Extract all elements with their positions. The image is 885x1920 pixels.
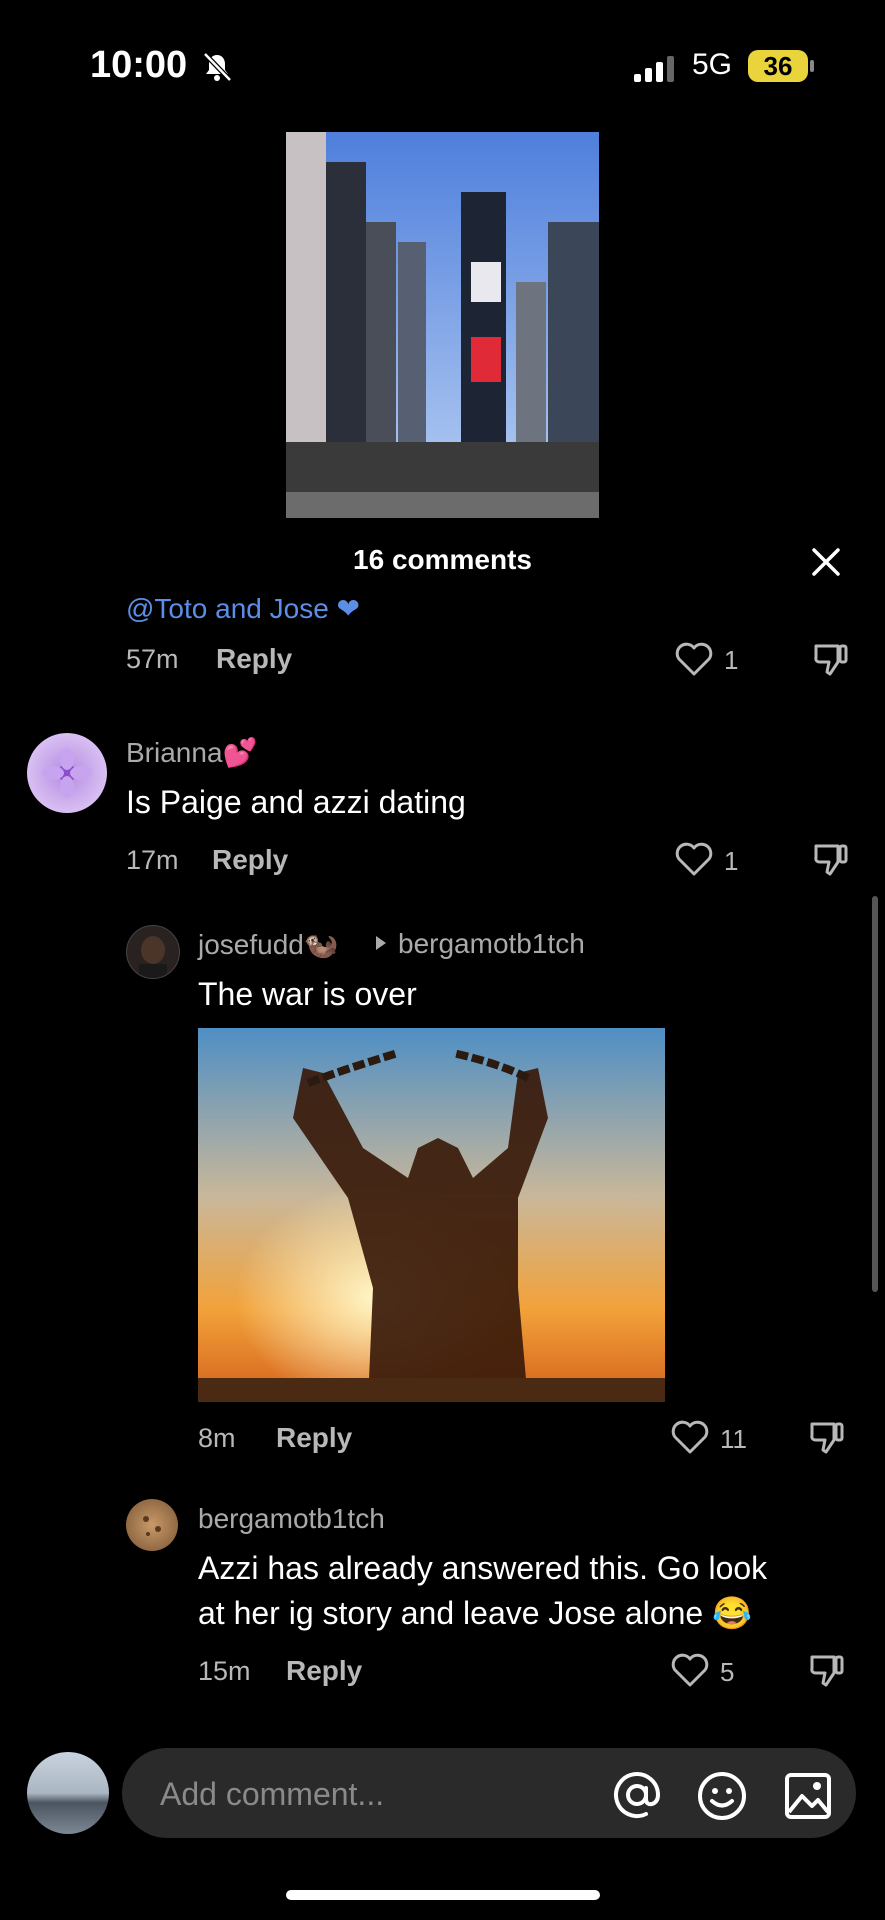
heart-icon[interactable]	[670, 1651, 710, 1689]
image-upload-icon[interactable]	[782, 1770, 834, 1822]
video-scene-image	[286, 132, 599, 518]
comment-text-clipped: @Toto and Jose ❤	[126, 593, 361, 622]
video-thumbnail[interactable]	[286, 132, 599, 518]
like-count: 1	[724, 846, 739, 876]
cellular-signal-icon	[634, 56, 674, 82]
status-time: 10:00	[90, 44, 188, 86]
like-count: 11	[720, 1424, 747, 1454]
comment-time: 57m	[126, 644, 179, 674]
comment-text: The war is over	[198, 976, 417, 1012]
battery-icon: 36	[748, 50, 808, 82]
mention-icon[interactable]	[612, 1770, 662, 1820]
reply-arrow-icon	[376, 936, 386, 950]
avatar[interactable]	[27, 733, 107, 813]
comment-image[interactable]	[198, 1028, 665, 1402]
comment-time: 8m	[198, 1423, 236, 1453]
like-count: 5	[720, 1657, 735, 1687]
comment-text: Is Paige and azzi dating	[126, 784, 466, 820]
comment-username[interactable]: josefudd🦦	[198, 928, 339, 961]
heart-icon[interactable]	[670, 1418, 710, 1456]
comment-text-line-1: Azzi has already answered this. Go look	[198, 1550, 768, 1586]
reply-to-username[interactable]: bergamotb1tch	[398, 928, 585, 960]
comment-time: 17m	[126, 845, 179, 875]
comment-text-line-2: at her ig story and leave Jose alone 😂	[198, 1595, 752, 1631]
heart-icon[interactable]	[674, 640, 714, 678]
heart-icon[interactable]	[674, 840, 714, 878]
comments-count-title: 16 comments	[353, 544, 532, 575]
like-count: 1	[724, 645, 739, 675]
battery-tip	[810, 60, 814, 72]
avatar[interactable]	[126, 1499, 178, 1551]
current-user-avatar[interactable]	[27, 1752, 109, 1834]
comment-input-placeholder[interactable]: Add comment...	[160, 1776, 384, 1813]
dislike-icon[interactable]	[810, 640, 850, 678]
home-indicator[interactable]	[286, 1890, 600, 1900]
scrollbar[interactable]	[872, 896, 878, 1292]
reply-button[interactable]: Reply	[212, 844, 288, 876]
dislike-icon[interactable]	[806, 1418, 846, 1456]
cookie-icon	[143, 1516, 161, 1536]
avatar[interactable]	[126, 925, 180, 979]
reply-button[interactable]: Reply	[286, 1655, 362, 1687]
reply-button[interactable]: Reply	[276, 1422, 352, 1454]
network-type: 5G	[692, 48, 733, 81]
close-icon[interactable]	[808, 544, 844, 580]
comment-time: 15m	[198, 1656, 251, 1686]
comment-username[interactable]: Brianna💕	[126, 736, 257, 769]
broken-chains-silhouette-image	[198, 1028, 665, 1402]
dislike-icon[interactable]	[806, 1651, 846, 1689]
emoji-icon[interactable]	[696, 1770, 748, 1822]
reply-button[interactable]: Reply	[216, 643, 292, 675]
person-face-icon	[139, 936, 167, 978]
dislike-icon[interactable]	[810, 840, 850, 878]
comment-username[interactable]: bergamotb1tch	[198, 1503, 385, 1535]
bell-muted-icon	[203, 52, 232, 82]
status-bar: 10:00 5G 36	[0, 40, 885, 90]
flower-icon	[42, 748, 92, 798]
